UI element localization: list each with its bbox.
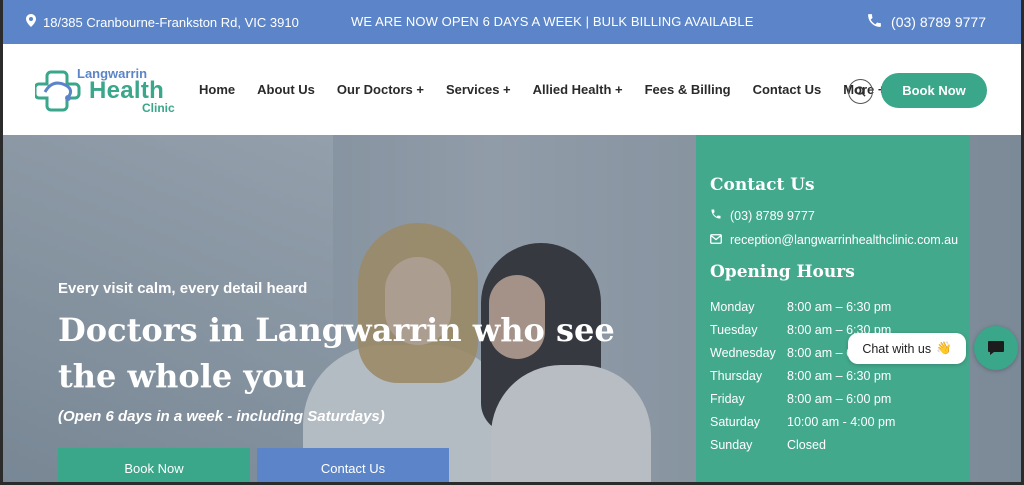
address-text: 18/385 Cranbourne-Frankston Rd, VIC 3910	[43, 14, 299, 30]
nav-home[interactable]: Home	[199, 82, 235, 97]
panel-phone-link[interactable]: (03) 8789 9777	[710, 208, 815, 223]
header-book-now-button[interactable]: Book Now	[881, 73, 987, 108]
nav-fees-billing[interactable]: Fees & Billing	[645, 82, 731, 97]
wave-emoji-icon: 👋	[936, 341, 952, 355]
hours-day: Tuesday	[710, 322, 758, 337]
chat-invite-bubble[interactable]: Chat with us 👋	[848, 333, 966, 364]
phone-icon	[866, 12, 883, 32]
nav-services[interactable]: Services +	[446, 82, 511, 97]
hero-hours-note: (Open 6 days in a week - including Satur…	[58, 408, 385, 425]
panel-email-text: reception@langwarrinhealthclinic.com.au	[730, 233, 959, 247]
chat-bubble-icon	[988, 341, 1004, 355]
phone-icon	[710, 208, 722, 223]
hours-day: Thursday	[710, 368, 763, 383]
nav-allied-health[interactable]: Allied Health +	[533, 82, 623, 97]
nav-about-us[interactable]: About Us	[257, 82, 315, 97]
top-info-bar: 18/385 Cranbourne-Frankston Rd, VIC 3910…	[0, 0, 1024, 44]
main-nav: Home About Us Our Doctors + Services + A…	[199, 82, 907, 97]
hours-row: Saturday 10:00 am - 4:00 pm	[710, 410, 895, 433]
hours-time: 8:00 am – 6:30 pm	[787, 368, 892, 383]
hero-section: Every visit calm, every detail heard Doc…	[3, 135, 1021, 485]
hours-day: Saturday	[710, 414, 761, 429]
hours-row: Sunday Closed	[710, 433, 895, 456]
panel-phone-text: (03) 8789 9777	[730, 208, 815, 223]
contact-panel: Contact Us (03) 8789 9777 reception@lang…	[696, 135, 970, 485]
hours-day: Friday	[710, 391, 745, 406]
hours-row: Friday 8:00 am – 6:00 pm	[710, 387, 895, 410]
search-button[interactable]	[848, 79, 873, 104]
hero-tagline: Every visit calm, every detail heard	[58, 280, 308, 297]
site-header: Langwarrin Health Clinic Home About Us O…	[3, 44, 1021, 135]
map-pin-icon	[26, 14, 36, 30]
hours-time: Closed	[787, 437, 826, 452]
hours-row: Monday 8:00 am – 6:30 pm	[710, 295, 895, 318]
hours-time: 8:00 am – 6:30 pm	[787, 299, 892, 314]
search-icon	[855, 86, 866, 97]
contact-heading: Contact Us	[710, 175, 815, 195]
nav-our-doctors[interactable]: Our Doctors +	[337, 82, 424, 97]
hours-time: 8:00 am – 6:00 pm	[787, 391, 892, 406]
nav-contact-us[interactable]: Contact Us	[753, 82, 822, 97]
hours-day: Wednesday	[710, 345, 776, 360]
topbar-phone-text: (03) 8789 9777	[891, 14, 986, 30]
hours-day: Monday	[710, 299, 755, 314]
hours-row: Thursday 8:00 am – 6:30 pm	[710, 364, 895, 387]
clinic-logo[interactable]: Langwarrin Health Clinic	[35, 64, 185, 118]
opening-hours-heading: Opening Hours	[710, 262, 855, 282]
promo-text: WE ARE NOW OPEN 6 DAYS A WEEK | BULK BIL…	[351, 14, 754, 29]
chat-invite-text: Chat with us	[862, 341, 932, 356]
hero-title: Doctors in Langwarrin who see the whole …	[58, 311, 615, 395]
hero-contact-us-button[interactable]: Contact Us	[257, 448, 449, 485]
open-chat-button[interactable]	[974, 326, 1018, 370]
envelope-icon	[710, 233, 722, 247]
topbar-phone-link[interactable]: (03) 8789 9777	[866, 12, 986, 32]
panel-email-link[interactable]: reception@langwarrinhealthclinic.com.au	[710, 233, 958, 247]
logo-word-clinic: Clinic	[142, 101, 175, 115]
address-block: 18/385 Cranbourne-Frankston Rd, VIC 3910	[26, 14, 299, 30]
opening-hours-table: Monday 8:00 am – 6:30 pm Tuesday 8:00 am –…	[710, 295, 895, 456]
hours-day: Sunday	[710, 437, 753, 452]
hours-time: 10:00 am - 4:00 pm	[787, 414, 896, 429]
hero-book-now-button[interactable]: Book Now	[58, 448, 250, 485]
